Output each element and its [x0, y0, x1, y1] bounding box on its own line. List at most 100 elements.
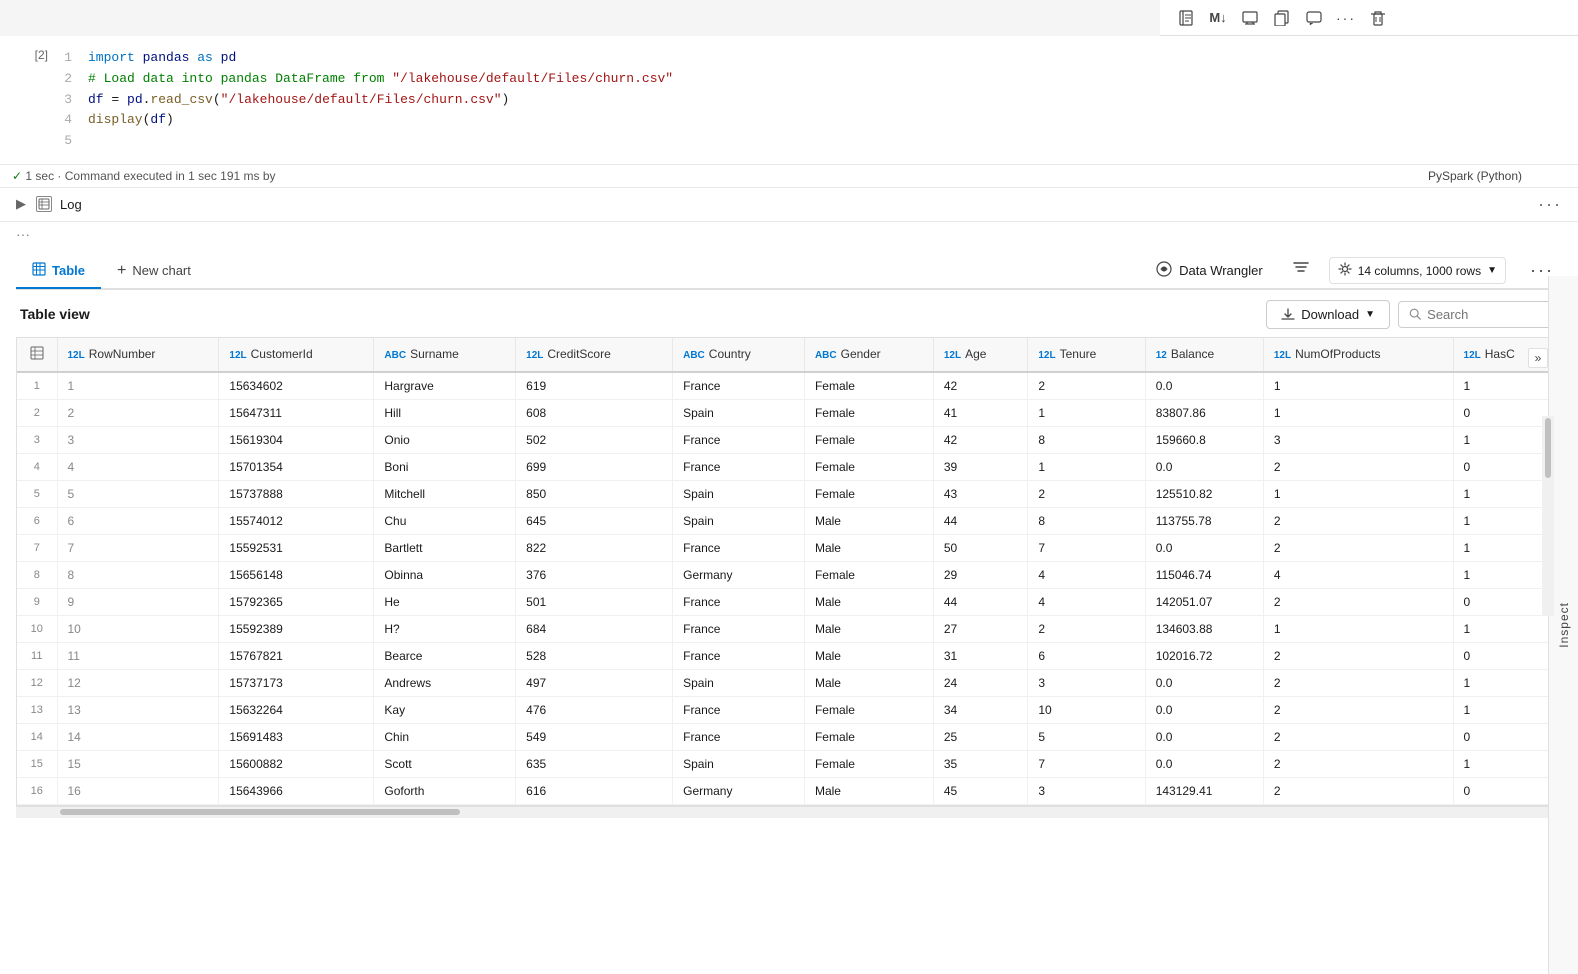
- table-cell: France: [673, 426, 805, 453]
- table-cell: France: [673, 534, 805, 561]
- tab-table-label: Table: [52, 263, 85, 278]
- comment-btn[interactable]: [1300, 4, 1328, 32]
- table-cell: Male: [804, 507, 933, 534]
- copy-btn[interactable]: [1268, 4, 1296, 32]
- table-cell: 3: [1263, 426, 1453, 453]
- search-box: [1398, 301, 1558, 328]
- log-table-icon: [36, 196, 52, 212]
- exec-time-text: 1 sec · Command executed in 1 sec 191 ms…: [25, 169, 275, 183]
- line-num-2: 2: [56, 69, 72, 90]
- table-cell: 25: [933, 723, 1028, 750]
- col-config-chevron: ▼: [1487, 265, 1497, 276]
- table-cell: 29: [933, 561, 1028, 588]
- table-cell: 8: [1028, 426, 1145, 453]
- table-cell: 1: [1263, 615, 1453, 642]
- line-code-1: import pandas as pd: [88, 48, 236, 69]
- table-cell: 1: [1453, 372, 1560, 400]
- table-cell: 822: [516, 534, 673, 561]
- table-cell: 1: [57, 372, 219, 400]
- line-num-5: 5: [56, 131, 72, 152]
- vscroll-thumb[interactable]: [1545, 418, 1551, 478]
- table-cell: 4: [1028, 588, 1145, 615]
- table-cell: Obinna: [374, 561, 516, 588]
- collapse-panel-btn[interactable]: »: [1528, 348, 1548, 368]
- table-cell: Mitchell: [374, 480, 516, 507]
- table-cell: 15737888: [219, 480, 374, 507]
- table-cell: 1: [1453, 696, 1560, 723]
- table-row: 5515737888Mitchell850SpainFemale43212551…: [17, 480, 1561, 507]
- table-row: 7715592531Bartlett822FranceMale5070.021: [17, 534, 1561, 561]
- col-header-age: 12LAge: [933, 338, 1028, 372]
- table-cell: Female: [804, 399, 933, 426]
- table-cell: France: [673, 642, 805, 669]
- line-num-3: 3: [56, 90, 72, 111]
- table-row: 6615574012Chu645SpainMale448113755.7821: [17, 507, 1561, 534]
- col-header-numofproducts: 12LNumOfProducts: [1263, 338, 1453, 372]
- search-input[interactable]: [1427, 307, 1547, 322]
- table-cell: Female: [804, 372, 933, 400]
- row-index: 16: [17, 777, 57, 804]
- notebook-btn[interactable]: [1172, 4, 1200, 32]
- notebook-area: [2] 1 import pandas as pd 2 # Load data …: [0, 36, 1578, 974]
- table-cell: 501: [516, 588, 673, 615]
- table-cell: 1: [1028, 453, 1145, 480]
- more-actions-btn[interactable]: ···: [1332, 4, 1360, 32]
- table-cell: 2: [1263, 534, 1453, 561]
- log-more-btn[interactable]: ···: [1538, 194, 1562, 215]
- table-cell: Male: [804, 777, 933, 804]
- table-cell: 16: [57, 777, 219, 804]
- table-cell: 5: [57, 480, 219, 507]
- vertical-scrollbar[interactable]: [1542, 416, 1554, 616]
- table-cell: 2: [1028, 372, 1145, 400]
- table-cell: 2: [57, 399, 219, 426]
- table-cell: France: [673, 372, 805, 400]
- table-cell: Male: [804, 534, 933, 561]
- cell-code-content[interactable]: 1 import pandas as pd 2 # Load data into…: [56, 44, 1578, 156]
- check-icon: ✓: [12, 169, 22, 183]
- horizontal-scrollbar[interactable]: [16, 806, 1562, 818]
- new-chart-button[interactable]: + New chart: [101, 254, 207, 288]
- search-icon: [1409, 307, 1421, 321]
- column-config-button[interactable]: 14 columns, 1000 rows ▼: [1329, 257, 1506, 284]
- table-cell: 134603.88: [1145, 615, 1263, 642]
- table-row: 121215737173Andrews497SpainMale2430.021: [17, 669, 1561, 696]
- download-button[interactable]: Download ▼: [1266, 300, 1390, 329]
- markdown-btn[interactable]: M↓: [1204, 4, 1232, 32]
- col-header-gender: ABCGender: [804, 338, 933, 372]
- table-cell: 15592531: [219, 534, 374, 561]
- table-cell: 645: [516, 507, 673, 534]
- table-cell: 34: [933, 696, 1028, 723]
- table-cell: France: [673, 588, 805, 615]
- table-cell: 15574012: [219, 507, 374, 534]
- table-cell: 125510.82: [1145, 480, 1263, 507]
- table-cell: 15792365: [219, 588, 374, 615]
- table-cell: 502: [516, 426, 673, 453]
- log-expand-icon[interactable]: ▶: [16, 196, 26, 212]
- data-wrangler-icon: [1155, 260, 1173, 281]
- table-cell: Spain: [673, 507, 805, 534]
- table-cell: France: [673, 615, 805, 642]
- filter-button[interactable]: [1289, 256, 1313, 285]
- table-row: 8815656148Obinna376GermanyFemale29411504…: [17, 561, 1561, 588]
- table-cell: 45: [933, 777, 1028, 804]
- table-cell: 44: [933, 507, 1028, 534]
- table-cell: 42: [933, 426, 1028, 453]
- exec-runtime: PySpark (Python): [1428, 169, 1522, 183]
- table-cell: 2: [1263, 696, 1453, 723]
- table-cell: 619: [516, 372, 673, 400]
- tab-table[interactable]: Table: [16, 254, 101, 289]
- col-header-creditscore: 12LCreditScore: [516, 338, 673, 372]
- table-cell: Germany: [673, 777, 805, 804]
- inspect-panel[interactable]: Inspect: [1548, 276, 1578, 974]
- data-wrangler-button[interactable]: Data Wrangler: [1145, 254, 1273, 287]
- table-cell: Female: [804, 480, 933, 507]
- table-cell: 0.0: [1145, 669, 1263, 696]
- delete-btn[interactable]: [1364, 4, 1392, 32]
- screen-btn[interactable]: [1236, 4, 1264, 32]
- table-cell: 15767821: [219, 642, 374, 669]
- table-cell: 0: [1453, 777, 1560, 804]
- table-cell: 2: [1263, 669, 1453, 696]
- table-cell: 2: [1028, 480, 1145, 507]
- table-cell: Goforth: [374, 777, 516, 804]
- scrollbar-thumb[interactable]: [60, 809, 460, 815]
